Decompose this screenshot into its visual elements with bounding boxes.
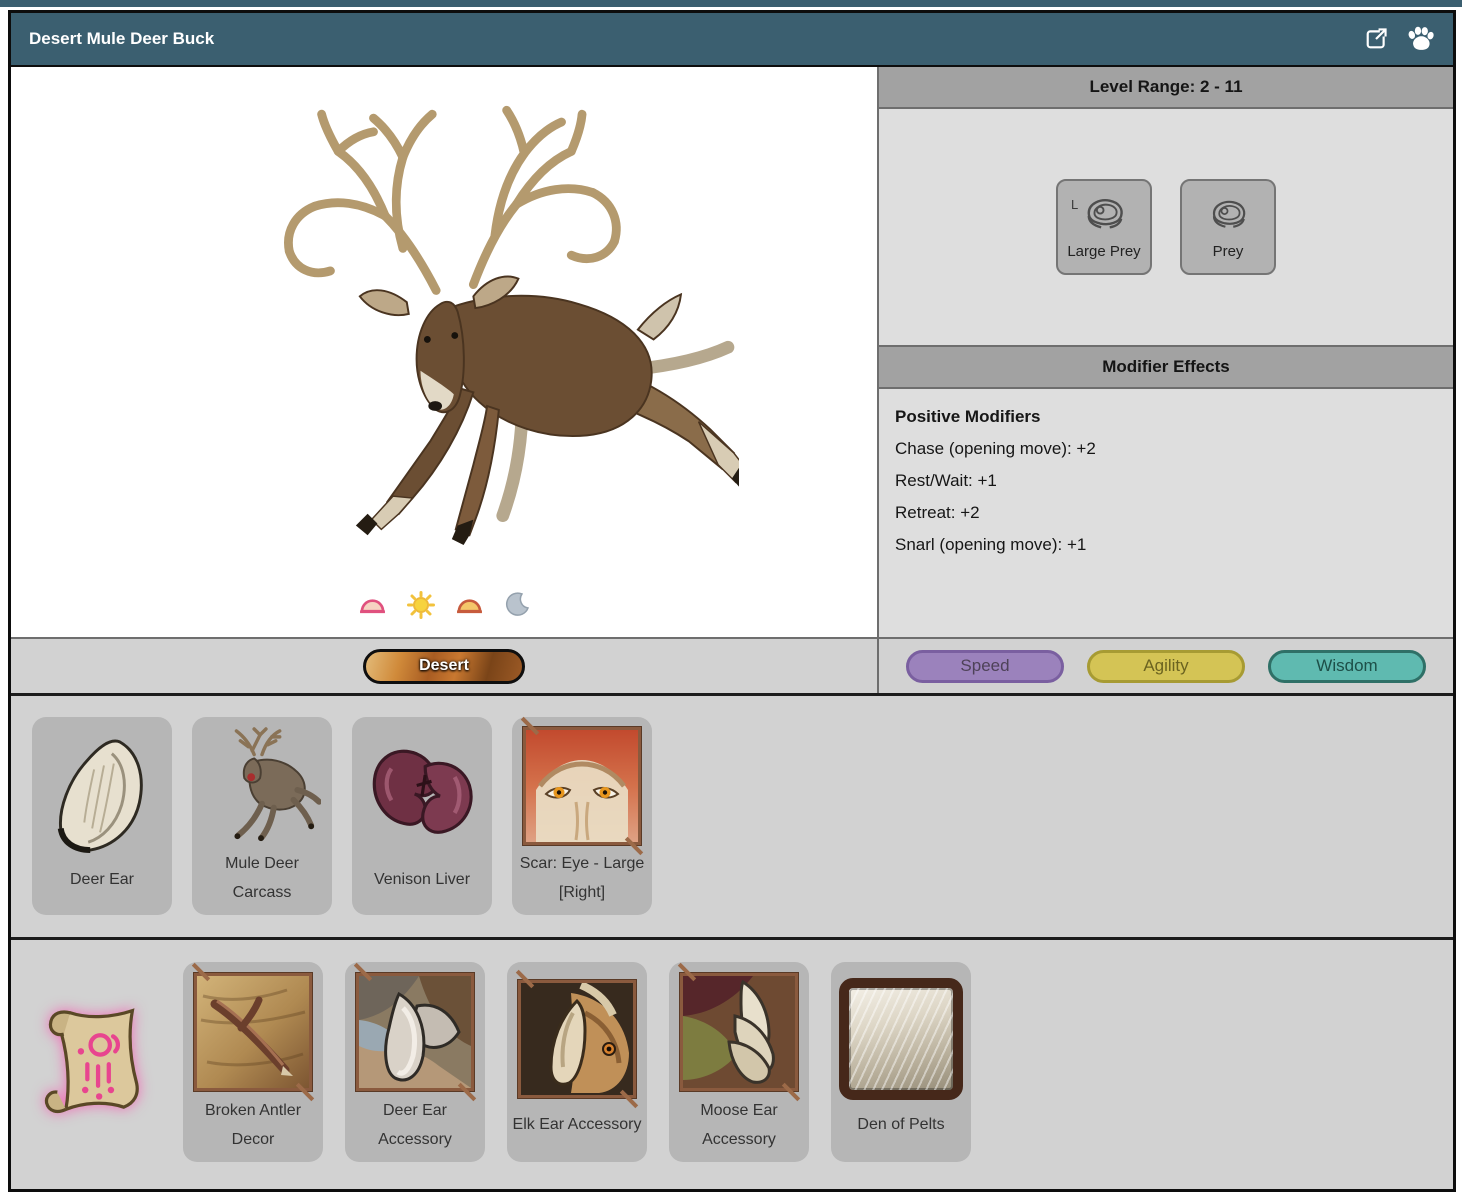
drop-card-deer-ear[interactable]: Deer Ear bbox=[32, 717, 172, 915]
craftable-cards-row: Broken Antler Decor Deer Ear Accessory E… bbox=[183, 962, 971, 1162]
drop-card-label: Venison Liver bbox=[373, 871, 471, 888]
external-link-icon[interactable] bbox=[1361, 24, 1391, 54]
deer-ear-accessory-image-wrap bbox=[356, 968, 474, 1096]
den-of-pelts-image bbox=[839, 978, 963, 1100]
stat-pill-wisdom[interactable]: Wisdom bbox=[1268, 649, 1426, 683]
recipe-scroll-wrap bbox=[11, 962, 183, 1122]
prey-type-label: Prey bbox=[1212, 242, 1244, 260]
dawn-icon bbox=[358, 594, 387, 617]
biome-band: Desert bbox=[11, 639, 877, 693]
craftable-card-elk-ear-accessory[interactable]: Elk Ear Accessory bbox=[507, 962, 647, 1162]
prey-type-label: Large Prey bbox=[1067, 242, 1141, 260]
modifier-line: Chase (opening move): +2 bbox=[895, 439, 1096, 458]
modifier-effects-header: Modifier Effects bbox=[879, 345, 1453, 389]
titlebar: Desert Mule Deer Buck bbox=[11, 13, 1453, 67]
drop-card-label: Deer Ear bbox=[69, 871, 135, 888]
craftables-section: Broken Antler Decor Deer Ear Accessory E… bbox=[11, 940, 1453, 1189]
modifier-line: Rest/Wait: +1 bbox=[895, 471, 997, 490]
drop-card-mule-deer-carcass[interactable]: Mule Deer Carcass bbox=[192, 717, 332, 915]
craftable-card-label: Moose Ear Accessory bbox=[700, 1102, 778, 1148]
scar-eye-image-wrap bbox=[523, 723, 641, 849]
stat-pill-agility[interactable]: Agility bbox=[1087, 649, 1245, 683]
broken-antler-decor-image bbox=[194, 973, 312, 1091]
biome-stats-band: Desert Speed Agility Wisdom bbox=[11, 637, 1453, 696]
modifier-line: Snarl (opening move): +1 bbox=[895, 535, 1087, 554]
steak-icon bbox=[1081, 194, 1127, 239]
craftable-card-label: Elk Ear Accessory bbox=[512, 1116, 642, 1133]
positive-modifiers-title: Positive Modifiers bbox=[895, 407, 1041, 426]
creature-art-panel bbox=[11, 67, 877, 637]
paw-icon[interactable] bbox=[1405, 24, 1435, 54]
craftable-card-label: Broken Antler Decor bbox=[204, 1102, 302, 1148]
drop-card-scar-eye[interactable]: Scar: Eye - Large [Right] bbox=[512, 717, 652, 915]
antlers bbox=[284, 105, 621, 295]
craftable-card-label: Deer Ear Accessory bbox=[378, 1102, 452, 1148]
top-accent-strip bbox=[0, 0, 1462, 7]
large-prey-button[interactable]: L Large Prey bbox=[1056, 179, 1152, 275]
mule-deer-buck-image bbox=[149, 77, 758, 552]
modifier-line: Retreat: +2 bbox=[895, 503, 980, 522]
drops-section: Deer Ear Mule Deer Carcass Venison Liver… bbox=[11, 696, 1453, 940]
prey-type-area: L Large Prey Prey bbox=[879, 109, 1453, 345]
time-of-day-row bbox=[358, 591, 530, 619]
drop-card-label: Scar: Eye - Large [Right] bbox=[519, 855, 645, 901]
craftable-card-label: Den of Pelts bbox=[857, 1116, 945, 1133]
scar-eye-image bbox=[523, 727, 641, 845]
craftable-card-broken-antler-decor[interactable]: Broken Antler Decor bbox=[183, 962, 323, 1162]
craftable-card-moose-ear-accessory[interactable]: Moose Ear Accessory bbox=[669, 962, 809, 1162]
den-of-pelts-image-wrap bbox=[839, 968, 963, 1110]
stats-band: Speed Agility Wisdom bbox=[877, 639, 1453, 693]
creature-info-window: Desert Mule Deer Buck Level Range: 2 - 1… bbox=[8, 10, 1456, 1192]
drop-card-venison-liver[interactable]: Venison Liver bbox=[352, 717, 492, 915]
night-icon bbox=[504, 592, 530, 618]
day-icon bbox=[407, 591, 435, 619]
moose-ear-accessory-image bbox=[680, 973, 798, 1091]
mule-deer-carcass-image bbox=[203, 723, 321, 849]
deer-ear-accessory-image bbox=[356, 973, 474, 1091]
biome-desert-button[interactable]: Desert bbox=[363, 648, 525, 684]
page-title: Desert Mule Deer Buck bbox=[29, 29, 215, 48]
elk-ear-accessory-image bbox=[518, 980, 636, 1098]
venison-liver-image bbox=[364, 723, 480, 865]
dusk-icon bbox=[455, 594, 484, 617]
stat-pill-speed[interactable]: Speed bbox=[906, 649, 1064, 683]
craftable-card-deer-ear-accessory[interactable]: Deer Ear Accessory bbox=[345, 962, 485, 1162]
level-range-header: Level Range: 2 - 11 bbox=[879, 67, 1453, 109]
drop-card-label: Mule Deer Carcass bbox=[225, 855, 299, 901]
moose-ear-accessory-image-wrap bbox=[680, 968, 798, 1096]
craftable-card-den-of-pelts[interactable]: Den of Pelts bbox=[831, 962, 971, 1162]
recipe-scroll-icon[interactable] bbox=[38, 1004, 156, 1122]
broken-antler-decor-image-wrap bbox=[194, 968, 312, 1096]
steak-icon bbox=[1207, 196, 1249, 238]
modifier-list: Positive Modifiers Chase (opening move):… bbox=[879, 389, 1453, 585]
elk-ear-accessory-image-wrap bbox=[518, 968, 636, 1110]
info-panel: Level Range: 2 - 11 L Large Prey Prey Mo… bbox=[877, 67, 1453, 637]
large-prey-badge: L bbox=[1071, 196, 1079, 212]
deer-ear-image bbox=[43, 723, 161, 865]
main-content: Level Range: 2 - 11 L Large Prey Prey Mo… bbox=[11, 67, 1453, 637]
prey-button[interactable]: Prey bbox=[1180, 179, 1276, 275]
